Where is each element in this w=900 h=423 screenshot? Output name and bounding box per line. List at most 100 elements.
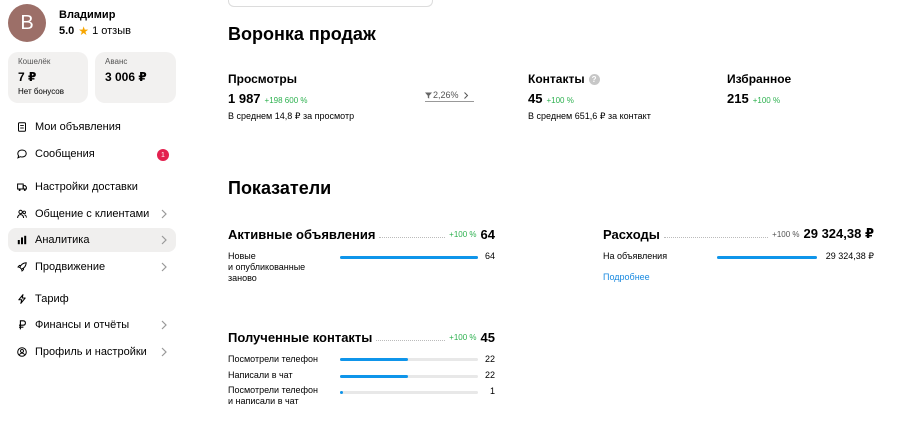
sidebar-item-label: Аналитика <box>35 234 90 246</box>
progress-bar <box>340 391 478 394</box>
sidebar-item-analytics[interactable]: Аналитика <box>8 228 176 252</box>
stat-head: Полученные контакты +100 % 45 <box>228 329 495 345</box>
indicators-title: Показатели <box>228 178 332 198</box>
progress-bar <box>340 256 478 259</box>
conversion-value: 2,26% <box>433 90 459 100</box>
row-value: 29 324,38 ₽ <box>825 251 874 261</box>
sidebar-item-label: Мои объявления <box>35 121 121 133</box>
row-label: Написали в чат <box>228 370 293 380</box>
sidebar-item-label: Тариф <box>35 293 69 305</box>
rating-value: 5.0 <box>59 25 75 37</box>
avatar[interactable]: В <box>8 4 46 42</box>
funnel-title: Воронка продаж <box>228 24 376 44</box>
stat-total: 45 <box>480 329 495 345</box>
expenses-block: Расходы +100 % 29 324,38 ₽ <box>603 226 874 242</box>
conversion-rate-link[interactable]: 2,26% <box>425 90 474 102</box>
wallet-amount: 7 ₽ <box>18 70 37 84</box>
sidebar-item-finance[interactable]: Финансы и отчёты <box>8 313 176 337</box>
more-details-link[interactable]: Подробнее <box>603 272 650 282</box>
metric-value-row: 1 987 +198 600 % <box>228 91 354 106</box>
unread-badge: 1 <box>157 149 169 161</box>
row-label: Посмотрели телефон <box>228 354 318 364</box>
sidebar-item-my-ads[interactable]: Мои объявления <box>8 115 176 139</box>
metric-value: 45 <box>528 91 543 106</box>
sidebar: В Владимир 5.0 ★ 1 отзыв Кошелёк 7 ₽ Нет… <box>0 0 190 423</box>
stat-row: Новые и опубликованные заново 64 <box>228 251 495 287</box>
progress-bar <box>340 375 478 378</box>
progress-fill <box>340 391 344 394</box>
wallet-card[interactable]: Кошелёк 7 ₽ Нет бонусов <box>8 52 88 103</box>
people-icon <box>17 209 27 219</box>
row-value: 22 <box>484 370 495 380</box>
row-label: На объявления <box>603 251 668 261</box>
stat-title: Активные объявления <box>228 226 376 242</box>
metric-title-text: Контакты <box>528 72 585 86</box>
metric-value: 1 987 <box>228 91 261 106</box>
sidebar-item-label: Профиль и настройки <box>35 346 147 358</box>
stat-delta: +100 % <box>449 332 477 342</box>
profile-icon <box>17 347 27 357</box>
chevron-right-icon <box>161 209 167 219</box>
sidebar-item-profile-settings[interactable]: Профиль и настройки <box>8 340 176 364</box>
dotted-leader <box>663 230 769 238</box>
row-label-line: Новые <box>228 251 256 261</box>
metric-title: Просмотры <box>228 72 298 86</box>
bolt-icon <box>17 294 27 304</box>
sidebar-item-delivery-settings[interactable]: Настройки доставки <box>8 175 176 199</box>
row-value: 22 <box>484 354 495 364</box>
help-icon[interactable]: ? <box>588 73 600 85</box>
metric-favorites: Избранное 215 +100 % <box>727 72 791 106</box>
sidebar-item-label: Настройки доставки <box>35 181 138 193</box>
stat-delta: +100 % <box>772 229 800 239</box>
stat-head: Расходы +100 % 29 324,38 ₽ <box>603 226 874 242</box>
sidebar-item-label: Сообщения <box>35 148 95 160</box>
sidebar-item-label: Общение с клиентами <box>35 208 150 220</box>
sidebar-item-label: Продвижение <box>35 261 106 273</box>
profile-header[interactable]: В Владимир 5.0 ★ 1 отзыв <box>8 3 131 43</box>
metric-value: 215 <box>727 91 749 106</box>
chevron-right-icon <box>161 235 167 245</box>
profile-name[interactable]: Владимир <box>59 9 131 21</box>
progress-fill <box>717 256 817 259</box>
advance-label: Аванс <box>105 57 128 66</box>
funnel-icon <box>425 92 432 99</box>
document-icon <box>17 122 27 132</box>
stat-title: Расходы <box>603 226 660 242</box>
metric-title: Контакты ? <box>528 72 651 86</box>
metric-note: В среднем 14,8 ₽ за просмотр <box>228 111 355 121</box>
sidebar-item-messages[interactable]: Сообщения 1 <box>8 142 176 166</box>
sidebar-item-tariff[interactable]: Тариф <box>8 287 176 311</box>
row-label-line: заново <box>228 273 257 283</box>
metric-views: Просмотры 1 987 +198 600 % В среднем 14,… <box>228 72 354 122</box>
chevron-right-icon <box>161 320 167 330</box>
profile-info: Владимир 5.0 ★ 1 отзыв <box>59 9 131 37</box>
row-label-line: Посмотрели телефон <box>228 385 318 395</box>
row-label-line: и написали в чат <box>228 396 299 406</box>
progress-fill <box>340 358 408 361</box>
sidebar-item-client-communication[interactable]: Общение с клиентами <box>8 202 176 226</box>
sidebar-item-promotion[interactable]: Продвижение <box>8 255 176 279</box>
truck-icon <box>17 182 27 192</box>
row-label-line: и опубликованные <box>228 262 306 272</box>
progress-bar <box>340 358 478 361</box>
chevron-right-icon <box>161 347 167 357</box>
advance-card[interactable]: Аванс 3 006 ₽ <box>95 52 176 103</box>
stat-delta: +100 % <box>449 229 477 239</box>
row-value: 1 <box>489 386 495 396</box>
stat-row: Написали в чат 22 <box>228 370 495 382</box>
stat-title: Полученные контакты <box>228 329 373 345</box>
stat-total: 64 <box>480 226 495 242</box>
chevron-right-icon <box>463 91 468 99</box>
profile-rating: 5.0 ★ 1 отзыв <box>59 25 131 37</box>
row-label: Посмотрели телефон и написали в чат <box>228 385 318 407</box>
rocket-icon <box>17 262 27 272</box>
chat-icon <box>17 149 27 159</box>
progress-fill <box>340 256 478 259</box>
metric-contacts: Контакты ? 45 +100 % В среднем 651,6 ₽ з… <box>528 72 651 122</box>
received-contacts-block: Полученные контакты +100 % 45 <box>228 329 495 345</box>
chart-icon <box>17 235 27 245</box>
reviews-link[interactable]: 1 отзыв <box>92 25 131 37</box>
stat-row: Посмотрели телефон и написали в чат 1 <box>228 385 495 409</box>
wallet-bonus: Нет бонусов <box>18 87 64 96</box>
row-label: Новые и опубликованные заново <box>228 251 305 284</box>
